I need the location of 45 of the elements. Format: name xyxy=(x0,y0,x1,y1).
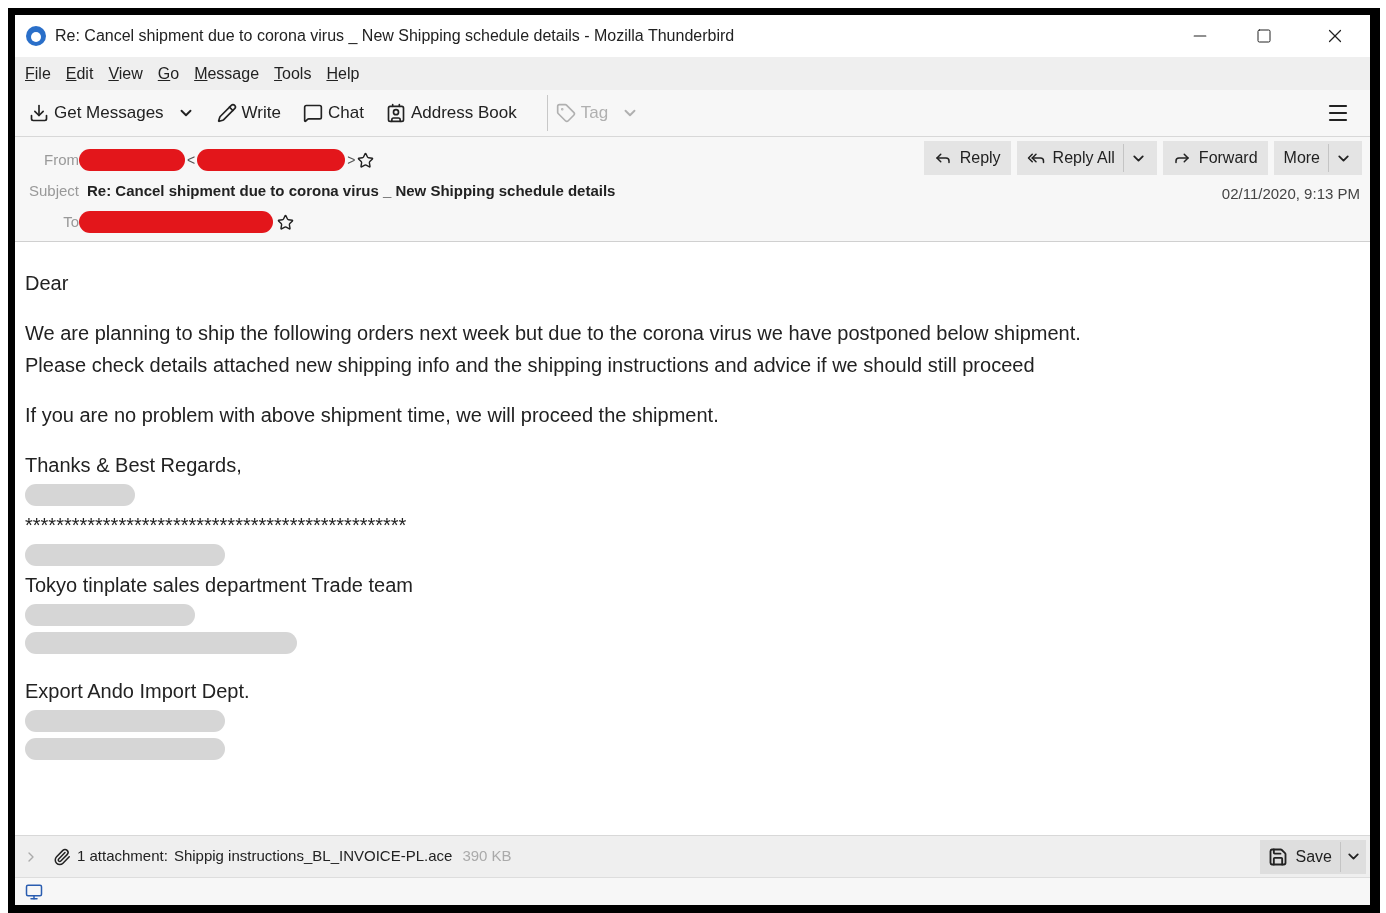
maximize-icon[interactable] xyxy=(1256,28,1272,44)
body-text: Dear xyxy=(25,271,70,296)
star-icon[interactable] xyxy=(277,213,294,231)
message-action-button[interactable]: Reply xyxy=(923,141,1011,175)
body-text: Please check details attached new shipping info and the shipping instructions and advice if we should still proceed xyxy=(25,353,1036,378)
angle-bracket: < xyxy=(187,150,196,170)
menu-item[interactable]: View xyxy=(108,61,143,86)
window-title: Re: Cancel shipment due to corona virus _ New Shipping schedule details - Mozilla Thunderbird xyxy=(55,26,736,46)
message-action-button[interactable]: Reply All xyxy=(1016,141,1157,175)
subject-label: Subject xyxy=(27,180,79,201)
body-text: We are planning to ship the following orders next week but due to the corona virus we have postponed below shipment. xyxy=(25,321,1082,346)
attachment-size: 390 KB xyxy=(462,846,512,867)
tag-icon xyxy=(555,103,576,123)
save-button[interactable]: Save xyxy=(1259,839,1366,874)
download-icon xyxy=(29,103,49,123)
menu-item[interactable]: Go xyxy=(157,61,180,86)
menu-item[interactable]: File xyxy=(25,61,51,86)
to-label: To xyxy=(62,211,79,232)
app-logo-icon xyxy=(25,25,47,47)
toolbar-button[interactable]: Address Book xyxy=(385,100,517,126)
body-text: ************************************************* xyxy=(25,513,408,538)
menu-item[interactable]: Help xyxy=(326,61,360,86)
attachment-name[interactable]: Shippig instructions_BL_INVOICE-PL.ace xyxy=(173,845,453,868)
body-text: Export Ando Import Dept. xyxy=(25,679,251,704)
star-icon[interactable] xyxy=(357,151,375,169)
from-label: From xyxy=(43,149,79,170)
toolbar-button[interactable]: Chat xyxy=(302,100,364,126)
body-text: Thanks & Best Regards, xyxy=(25,453,243,478)
body-text: If you are no problem with above shipment time, we will proceed the shipment. xyxy=(25,403,720,428)
toolbar-button[interactable]: Get Messages xyxy=(29,100,195,126)
subject-text: Re: Cancel shipment due to corona virus _ New Shipping schedule details xyxy=(87,180,616,201)
person-icon xyxy=(385,103,406,123)
menu-item[interactable]: Tools xyxy=(274,61,312,86)
chat-bubble-icon xyxy=(302,103,323,123)
paperclip-icon xyxy=(53,847,71,866)
menu-item[interactable]: Message xyxy=(194,61,260,86)
toolbar-button[interactable]: Write xyxy=(216,100,281,126)
attachment-label: 1 attachment: xyxy=(77,846,168,867)
body-text: Tokyo tinplate sales department Trade team xyxy=(25,573,414,598)
menu-item[interactable]: Edit xyxy=(65,61,94,86)
message-action-button[interactable]: Forward xyxy=(1162,141,1268,175)
message-action-button[interactable]: More xyxy=(1273,141,1362,175)
pencil-icon xyxy=(216,103,237,123)
message-date: 02/11/2020, 9:13 PM xyxy=(1221,184,1361,204)
angle-bracket: > xyxy=(347,150,356,170)
